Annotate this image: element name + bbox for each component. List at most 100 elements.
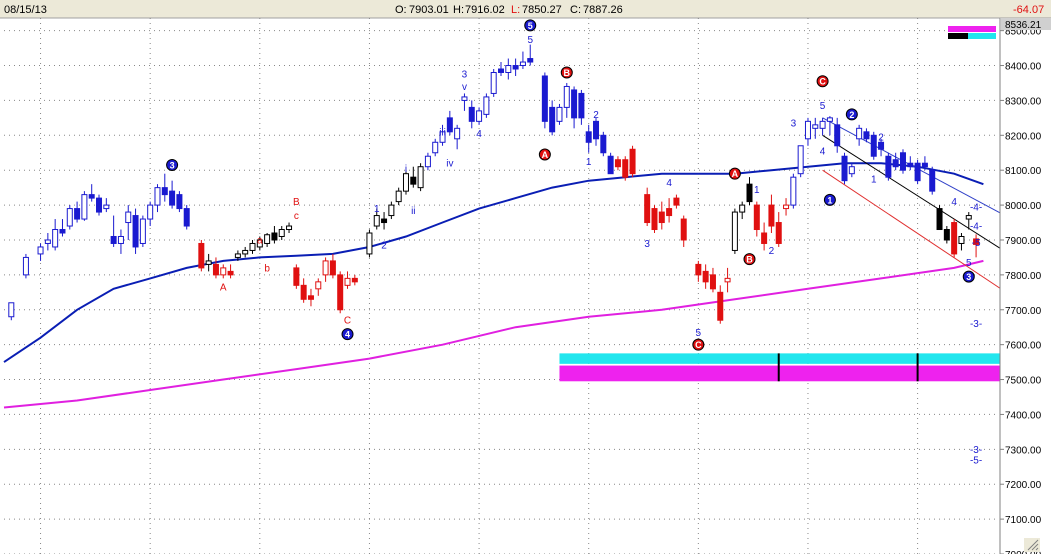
wave-label: 5 bbox=[820, 101, 826, 112]
candle-body bbox=[863, 131, 870, 140]
candle-body bbox=[81, 194, 88, 220]
candle-body bbox=[856, 127, 863, 140]
candle-body bbox=[512, 65, 519, 70]
candle-body bbox=[578, 92, 585, 119]
wave-label: 4 bbox=[666, 178, 672, 189]
candle-body bbox=[125, 211, 132, 224]
wave-label-text: 5 bbox=[696, 328, 702, 339]
legend-cyan-swatch bbox=[968, 33, 996, 39]
candle bbox=[293, 264, 300, 289]
candle-body bbox=[183, 208, 190, 227]
wave-label: 2 bbox=[878, 133, 884, 144]
candle-body bbox=[658, 211, 665, 224]
wave-label-text: B bbox=[293, 197, 300, 208]
wave-label-text: -5- bbox=[970, 455, 982, 466]
wave-label-text: C bbox=[819, 77, 826, 87]
candle bbox=[198, 239, 205, 272]
candle bbox=[629, 145, 636, 178]
wave-label-text: -4- bbox=[970, 202, 982, 213]
candle bbox=[870, 131, 877, 160]
wave-label-text: 4 bbox=[951, 197, 957, 208]
candle-body bbox=[315, 281, 322, 290]
candle-body bbox=[139, 218, 146, 244]
candle-body bbox=[395, 190, 402, 203]
resize-grip-icon[interactable] bbox=[1024, 538, 1040, 552]
candle-body bbox=[921, 162, 928, 168]
wave-label-text: 2 bbox=[769, 246, 775, 257]
wave-label-text: 4 bbox=[666, 178, 672, 189]
header-open-value: 7903.01 bbox=[409, 4, 449, 16]
wave-label: 4 bbox=[341, 328, 354, 341]
candle-body bbox=[388, 204, 395, 217]
wave-label: A bbox=[220, 283, 227, 294]
axis-tick-label: 8200.00 bbox=[1005, 131, 1042, 142]
wave-label: ii bbox=[411, 206, 415, 217]
header-close-label: C: bbox=[570, 4, 581, 16]
wave-label-text: iv bbox=[446, 159, 453, 170]
candle-body bbox=[549, 106, 556, 133]
candle-body bbox=[52, 229, 59, 248]
wave-label: 4 bbox=[476, 129, 482, 140]
candle-body bbox=[44, 239, 51, 244]
axis-tick-label: 7800.00 bbox=[1005, 271, 1042, 282]
candle bbox=[66, 205, 73, 230]
candle-body bbox=[753, 204, 760, 231]
candle-body bbox=[66, 208, 73, 227]
wave-label-text: -4- bbox=[970, 222, 982, 233]
wave-label-text: ii bbox=[411, 206, 415, 217]
candle-body bbox=[819, 120, 826, 129]
axis-tick-label: 7600.00 bbox=[1005, 341, 1042, 352]
candle-body bbox=[169, 190, 176, 206]
wave-label-text: 1 bbox=[586, 157, 592, 168]
axis-tick-label: 7300.00 bbox=[1005, 445, 1042, 456]
wave-label: b bbox=[264, 263, 270, 274]
wave-label-text: b bbox=[264, 263, 270, 274]
candle-body bbox=[227, 270, 234, 276]
candle-body bbox=[286, 225, 293, 231]
wave-label: 4 bbox=[820, 147, 826, 158]
candle-body bbox=[951, 222, 958, 255]
wave-label: 3 bbox=[166, 158, 179, 171]
wave-label: 4 bbox=[951, 197, 957, 208]
wave-label-text: 2 bbox=[849, 110, 854, 120]
candle bbox=[899, 149, 906, 174]
wave-label: B bbox=[293, 197, 300, 208]
candle-body bbox=[329, 260, 336, 276]
wave-label: a bbox=[257, 235, 263, 246]
candle-body bbox=[410, 176, 417, 185]
candle-body bbox=[885, 155, 892, 178]
candle bbox=[731, 208, 738, 254]
candle-body bbox=[709, 274, 716, 290]
candle-body bbox=[351, 277, 358, 283]
candle bbox=[951, 219, 958, 258]
wave-label-text: B bbox=[564, 68, 571, 78]
wave-label: 2 bbox=[381, 241, 387, 252]
wave-label-text: a bbox=[257, 235, 263, 246]
candle-body bbox=[22, 256, 29, 276]
wave-label-text: 5 bbox=[966, 258, 972, 269]
last-price-label: 8536.21 bbox=[1005, 20, 1042, 31]
axis-tick-label: 7100.00 bbox=[1005, 515, 1042, 526]
axis-tick-label: 7900.00 bbox=[1005, 236, 1042, 247]
header-high-value: 7916.02 bbox=[465, 4, 505, 16]
wave-label-text: 1 bbox=[754, 185, 760, 196]
candle-body bbox=[483, 96, 490, 115]
candle-body bbox=[432, 141, 439, 154]
candle-body bbox=[541, 75, 548, 122]
wave-label: 2 bbox=[769, 246, 775, 257]
candle-body bbox=[841, 155, 848, 182]
candle-body bbox=[205, 260, 212, 265]
candle-body bbox=[220, 267, 227, 276]
candle-body bbox=[96, 197, 103, 213]
wave-label-text: B bbox=[746, 255, 753, 265]
wave-label-text: 4 bbox=[476, 129, 482, 140]
candle-body bbox=[936, 208, 943, 231]
candle-body bbox=[775, 222, 782, 244]
candle-body bbox=[322, 260, 329, 276]
candle bbox=[797, 145, 804, 178]
candle bbox=[366, 229, 373, 258]
wave-label-text: 1 bbox=[827, 195, 832, 205]
wave-label: iii bbox=[439, 127, 446, 138]
wave-label: 1 bbox=[754, 185, 760, 196]
candle-body bbox=[498, 68, 504, 74]
